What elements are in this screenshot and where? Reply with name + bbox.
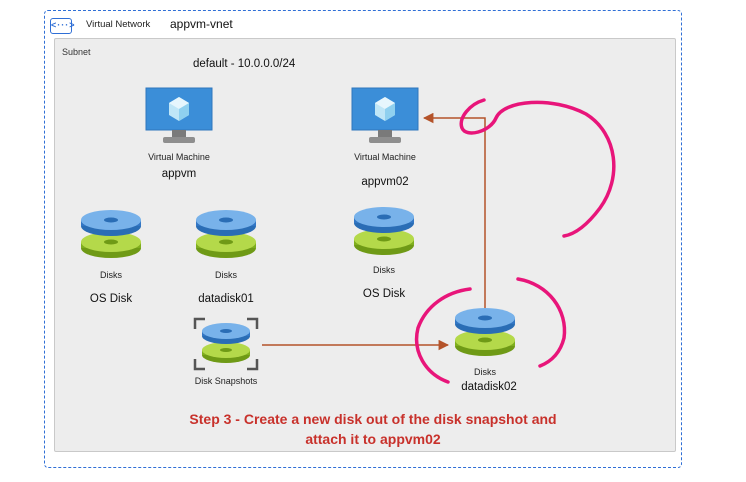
annotation-right-bracket <box>516 277 567 368</box>
caption-line-1: Step 3 - Create a new disk out of the di… <box>189 411 557 427</box>
step-caption: Step 3 - Create a new disk out of the di… <box>0 409 746 449</box>
annotation-left-bracket <box>414 287 472 384</box>
caption-line-2: attach it to appvm02 <box>305 431 441 447</box>
annotation-curve <box>459 98 616 238</box>
disk-to-vm-arrow <box>422 112 486 308</box>
